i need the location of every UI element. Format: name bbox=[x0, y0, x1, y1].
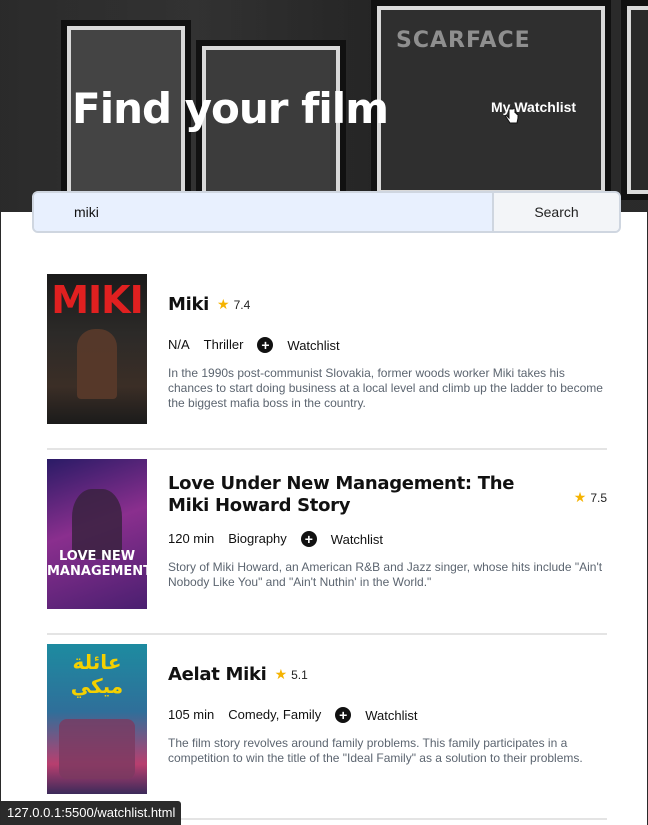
film-info: Love Under New Management: The Miki Howa… bbox=[168, 459, 607, 609]
rating-value: 7.4 bbox=[233, 297, 251, 312]
page-title: Find your film bbox=[72, 84, 389, 133]
results-list: MIKI Miki ★ 7.4 N/A Thriller + Watchlist… bbox=[47, 274, 607, 825]
film-poster[interactable]: LOVE NEW MANAGEMENT bbox=[47, 459, 147, 609]
search-input[interactable] bbox=[34, 193, 492, 231]
hand-cursor-icon bbox=[505, 108, 519, 124]
film-card: MIKI Miki ★ 7.4 N/A Thriller + Watchlist… bbox=[47, 274, 607, 450]
search-button[interactable]: Search bbox=[492, 193, 619, 231]
film-rating: ★ 7.4 bbox=[217, 296, 250, 313]
rating-value: 5.1 bbox=[291, 667, 308, 682]
film-genre: Biography bbox=[228, 530, 287, 546]
film-description: In the 1990s post-communist Slovakia, fo… bbox=[168, 366, 603, 410]
film-title: Aelat Miki bbox=[168, 664, 267, 685]
star-icon: ★ bbox=[573, 489, 587, 505]
film-genre: Thriller bbox=[203, 336, 244, 352]
film-info: Aelat Miki ★ 5.1 105 min Comedy, Family … bbox=[168, 644, 607, 794]
film-runtime: N/A bbox=[168, 336, 190, 352]
film-description: The film story revolves around family pr… bbox=[168, 736, 583, 765]
watchlist-label: Watchlist bbox=[365, 707, 418, 723]
film-card: عائلة ميكي Aelat Miki ★ 5.1 105 min Come… bbox=[47, 644, 607, 820]
add-to-watchlist-button[interactable]: + Watchlist bbox=[335, 707, 431, 723]
star-icon: ★ bbox=[217, 296, 230, 312]
poster-title-text: LOVE NEW MANAGEMENT bbox=[47, 549, 147, 579]
plus-circle-icon: + bbox=[335, 707, 352, 723]
plus-circle-icon: + bbox=[257, 337, 274, 353]
add-to-watchlist-button[interactable]: + Watchlist bbox=[257, 337, 353, 353]
film-genre: Comedy, Family bbox=[228, 706, 322, 722]
film-poster[interactable]: عائلة ميكي bbox=[47, 644, 147, 794]
film-rating: ★ 5.1 bbox=[275, 666, 308, 683]
film-poster[interactable]: MIKI bbox=[47, 274, 147, 424]
film-title: Love Under New Management: The Miki Howa… bbox=[168, 473, 515, 516]
film-title: Miki bbox=[168, 294, 210, 315]
poster-wall-text: SCARFACE bbox=[396, 28, 531, 53]
browser-status-bar: 127.0.0.1:5500/watchlist.html bbox=[1, 801, 182, 825]
hero-header: SCARFACE Find your film My Watchlist bbox=[1, 0, 648, 212]
film-description: Story of Miki Howard, an American R&B an… bbox=[168, 560, 603, 589]
film-rating: ★ 7.5 bbox=[574, 489, 607, 506]
film-runtime: 105 min bbox=[168, 706, 215, 722]
film-runtime: 120 min bbox=[168, 530, 215, 546]
rating-value: 7.5 bbox=[590, 490, 607, 505]
watchlist-label: Watchlist bbox=[330, 531, 384, 547]
star-icon: ★ bbox=[274, 666, 288, 682]
search-bar: Search bbox=[32, 191, 621, 233]
watchlist-label: Watchlist bbox=[287, 337, 340, 353]
poster-frame bbox=[621, 0, 648, 200]
poster-title-text: عائلة ميكي bbox=[70, 650, 124, 698]
film-info: Miki ★ 7.4 N/A Thriller + Watchlist In t… bbox=[168, 274, 607, 424]
film-card: LOVE NEW MANAGEMENT Love Under New Manag… bbox=[47, 459, 607, 635]
plus-circle-icon: + bbox=[300, 531, 317, 547]
poster-title-text: MIKI bbox=[51, 278, 144, 322]
add-to-watchlist-button[interactable]: + Watchlist bbox=[300, 531, 397, 547]
